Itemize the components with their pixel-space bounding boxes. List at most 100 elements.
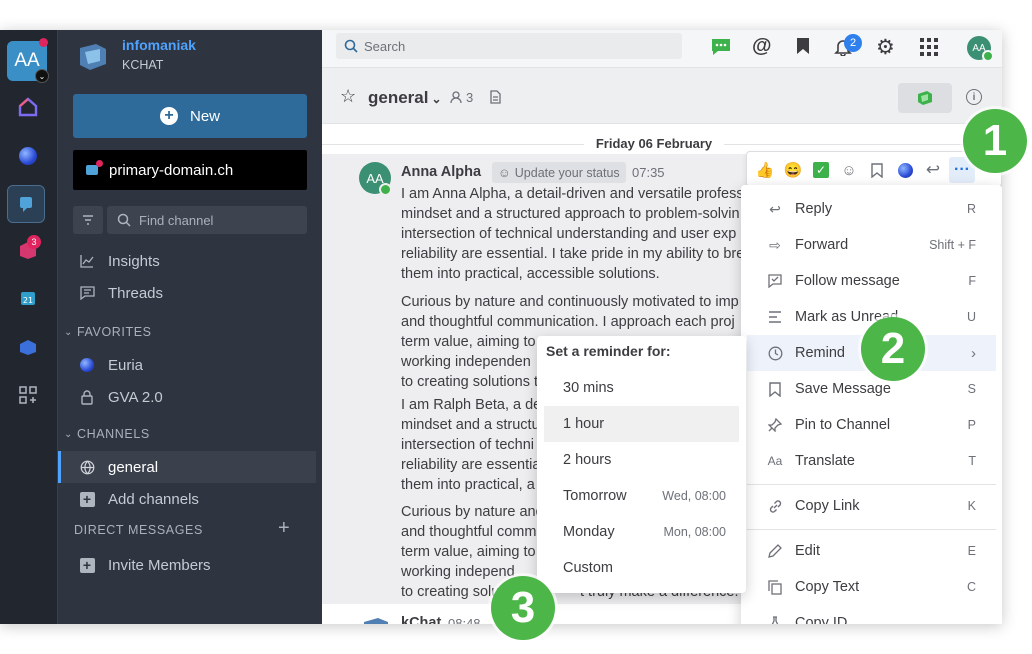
kchat-app-icon — [918, 91, 932, 105]
menu-item-copy-text[interactable]: Copy Text C — [741, 569, 1002, 605]
step-badge-2: 2 — [861, 317, 925, 381]
filter-icon — [83, 215, 93, 225]
message-author[interactable]: Anna Alpha — [401, 164, 481, 180]
new-button[interactable]: + New — [73, 94, 307, 138]
notifications-badge: 2 — [844, 34, 862, 52]
menu-item-reply[interactable]: ↩ Reply R — [741, 191, 1002, 227]
kdrive-icon[interactable] — [10, 329, 46, 365]
menu-item-edit[interactable]: Edit E — [741, 533, 1002, 569]
add-square-icon: + — [78, 557, 96, 573]
link-icon — [767, 498, 783, 514]
filter-button[interactable] — [73, 206, 103, 234]
channel-name[interactable]: general ⌄ — [368, 88, 442, 108]
kchat-icon[interactable] — [7, 185, 45, 223]
forward-icon: ⇨ — [769, 236, 781, 253]
reminder-option-2-hours[interactable]: 2 hours — [537, 442, 746, 478]
add-dm-icon[interactable]: + — [278, 517, 290, 540]
online-status-icon — [379, 183, 392, 196]
threads-icon — [78, 286, 96, 300]
bookmark-icon — [767, 381, 783, 397]
menu-item-pin[interactable]: Pin to Channel P — [741, 407, 1002, 443]
search-input[interactable]: Search — [336, 33, 682, 59]
brand-name: infomaniak — [122, 37, 196, 53]
euria-icon[interactable] — [10, 138, 46, 174]
chevron-down-icon: ⌄ — [431, 92, 442, 106]
message2-time[interactable]: 08:48 — [448, 616, 481, 624]
apps-grid-icon[interactable] — [920, 38, 938, 61]
mail-badge: 3 — [27, 235, 41, 249]
update-status-button[interactable]: ☺ Update your status — [492, 162, 626, 183]
saved-bookmark-icon[interactable] — [796, 37, 810, 60]
step-badge-1: 1 — [963, 109, 1027, 173]
chevron-down-icon: ⌄ — [64, 326, 73, 338]
product-name: KCHAT — [122, 58, 164, 72]
lock-icon — [78, 389, 96, 405]
menu-item-translate[interactable]: Aa Translate T — [741, 443, 1002, 479]
menu-divider — [747, 529, 996, 530]
search-icon — [117, 213, 131, 227]
message-time[interactable]: 07:35 — [632, 165, 665, 180]
status-chevron-icon[interactable]: ⌄ — [35, 69, 49, 83]
sidebar-item-general-label: general — [78, 453, 158, 481]
clock-icon — [767, 345, 783, 361]
translate-icon: Aa — [767, 454, 783, 468]
save-bookmark-icon[interactable] — [867, 160, 887, 180]
reminder-option-tomorrow[interactable]: Tomorrow Wed, 08:00 — [537, 478, 746, 514]
favorites-header[interactable]: ⌄ FAVORITES — [64, 325, 152, 339]
member-count[interactable]: 3 — [450, 90, 473, 105]
edit-icon — [767, 543, 783, 559]
threads-link[interactable]: Threads — [78, 279, 163, 307]
settings-gear-icon[interactable]: ⚙ — [876, 35, 895, 60]
date-separator: Friday 06 February — [584, 133, 724, 155]
plus-icon: + — [159, 107, 178, 125]
notification-dot — [39, 38, 48, 47]
euria-icon[interactable] — [895, 160, 915, 180]
mention-icon[interactable]: @ — [752, 35, 772, 58]
channel-app-button[interactable] — [898, 83, 952, 113]
menu-item-follow[interactable]: Follow message F — [741, 263, 1002, 299]
add-channels-button[interactable]: + Add channels — [78, 485, 199, 513]
chevron-down-icon: ⌄ — [64, 428, 73, 440]
add-reaction-icon[interactable]: ☺ — [839, 160, 859, 180]
menu-item-copy-link[interactable]: Copy Link K — [741, 488, 1002, 524]
calendar-icon[interactable]: 21 — [10, 280, 46, 316]
channels-header[interactable]: ⌄ CHANNELS — [64, 427, 150, 441]
invite-members-button[interactable]: + Invite Members — [78, 551, 211, 579]
reminder-title: Set a reminder for: — [546, 343, 671, 359]
message2-author[interactable]: kChat — [401, 615, 441, 624]
sidebar: infomaniak KCHAT + New primary-domain.ch… — [58, 30, 322, 624]
reply-arrow-icon[interactable]: ↩ — [923, 160, 943, 180]
find-channel-input[interactable]: Find channel — [107, 206, 307, 234]
step-badge-3: 3 — [491, 576, 555, 640]
chat-icon[interactable] — [710, 37, 732, 62]
reminder-option-30-mins[interactable]: 30 mins — [537, 370, 746, 406]
follow-icon — [767, 273, 783, 289]
svg-text:21: 21 — [23, 296, 33, 305]
copy-icon — [767, 579, 783, 595]
unread-icon — [767, 309, 783, 325]
sidebar-item-gva[interactable]: GVA 2.0 — [78, 383, 163, 411]
insights-link[interactable]: Insights — [78, 247, 160, 275]
domain-switcher[interactable]: primary-domain.ch — [73, 150, 307, 190]
sidebar-item-euria[interactable]: Euria — [78, 351, 143, 379]
globe-icon — [78, 460, 96, 475]
add-square-icon: + — [78, 491, 96, 507]
check-box-icon[interactable]: ✓ — [811, 160, 831, 180]
reminder-option-monday[interactable]: Monday Mon, 08:00 — [537, 514, 746, 550]
thumbs-up-icon[interactable]: 👍 — [755, 160, 775, 180]
reminder-option-1-hour[interactable]: 1 hour — [544, 406, 739, 442]
menu-divider — [747, 484, 996, 485]
reminder-submenu: Set a reminder for: 30 mins 1 hour 2 hou… — [537, 336, 746, 593]
direct-messages-header[interactable]: DIRECT MESSAGES — [74, 523, 203, 537]
apps-grid-icon[interactable] — [10, 377, 46, 413]
grin-emoji-icon[interactable]: 😄 — [783, 160, 803, 180]
menu-item-forward[interactable]: ⇨ Forward Shift + F — [741, 227, 1002, 263]
files-icon[interactable] — [490, 90, 501, 109]
kchat-window: AA ⌄ 3 21 infomaniak KCHAT + New primary… — [0, 30, 1002, 624]
home-icon[interactable] — [10, 89, 46, 125]
menu-item-save[interactable]: Save Message S — [741, 371, 1002, 407]
menu-item-copy-id[interactable]: Copy ID — [741, 605, 1002, 624]
favorite-star-icon[interactable]: ☆ — [340, 86, 356, 107]
info-icon[interactable]: i — [966, 89, 982, 105]
reminder-option-custom[interactable]: Custom — [537, 550, 746, 586]
